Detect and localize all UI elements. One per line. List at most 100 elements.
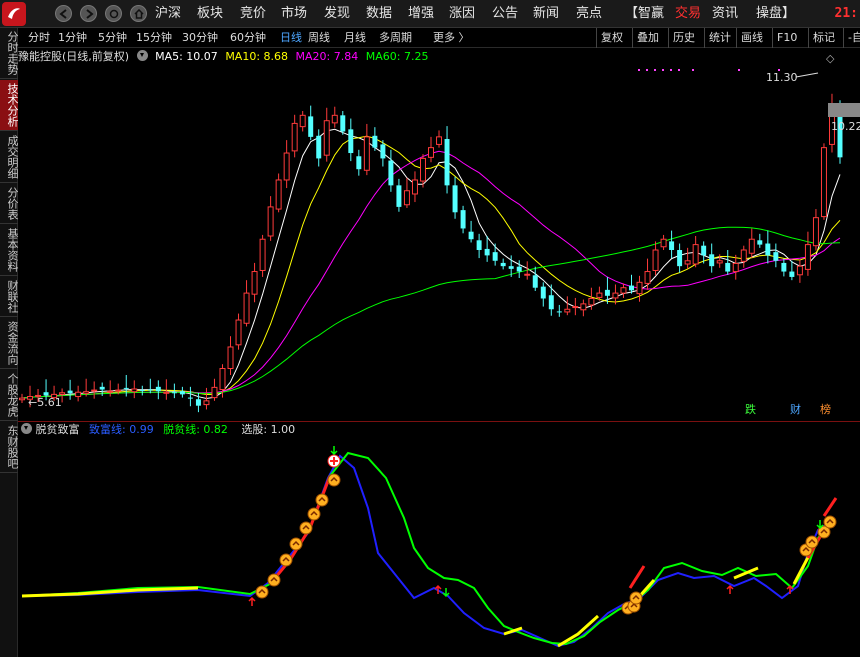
candle[interactable] — [500, 258, 506, 270]
indicator-chart[interactable] — [18, 438, 860, 657]
candle[interactable] — [684, 247, 691, 269]
candle[interactable] — [388, 149, 394, 192]
candle[interactable] — [316, 129, 322, 167]
candle[interactable] — [259, 234, 266, 277]
candle[interactable] — [323, 107, 330, 162]
candle[interactable] — [235, 313, 242, 350]
candle[interactable] — [564, 296, 571, 316]
left-tab-6[interactable]: 资金流向 — [0, 318, 19, 369]
period-10[interactable]: 更多 〉 — [433, 28, 470, 48]
candle[interactable] — [363, 123, 370, 176]
left-tab-4[interactable]: 基本资料 — [0, 225, 19, 276]
candle[interactable] — [211, 378, 218, 401]
tool-2[interactable]: 历史 — [668, 28, 695, 48]
menu-item-4[interactable]: 发现 — [324, 0, 350, 28]
candle[interactable] — [460, 205, 466, 234]
candle[interactable] — [804, 231, 811, 276]
candle[interactable] — [580, 299, 587, 317]
candle[interactable] — [163, 379, 170, 400]
candle[interactable] — [773, 243, 779, 268]
candle[interactable] — [781, 258, 787, 277]
candle[interactable] — [155, 380, 161, 400]
candle[interactable] — [187, 386, 193, 407]
candle[interactable] — [516, 260, 522, 279]
candle[interactable] — [652, 241, 659, 276]
tool-3[interactable]: 统计 — [704, 28, 731, 48]
candle[interactable] — [636, 275, 643, 302]
tool-7[interactable]: -自 — [843, 28, 860, 48]
candlestick-chart[interactable] — [18, 65, 860, 421]
forward-icon[interactable] — [80, 5, 97, 22]
candle[interactable] — [403, 177, 410, 208]
candle[interactable] — [748, 228, 755, 259]
candle[interactable] — [331, 106, 338, 128]
candle[interactable] — [411, 171, 418, 203]
period-3[interactable]: 15分钟 — [136, 28, 172, 48]
menu-item-1[interactable]: 板块 — [197, 0, 223, 28]
candle[interactable] — [139, 385, 145, 396]
indicator-name[interactable]: 脱贫致富 — [36, 423, 80, 436]
badge-cai[interactable]: 财 — [790, 403, 801, 417]
candle[interactable] — [789, 260, 795, 281]
candle[interactable] — [660, 234, 667, 250]
candle[interactable] — [251, 262, 258, 303]
badge-bang[interactable]: 榜 — [820, 403, 831, 417]
candle[interactable] — [796, 259, 803, 283]
candle[interactable] — [476, 233, 482, 259]
candle[interactable] — [299, 111, 306, 132]
candle[interactable] — [725, 250, 731, 275]
candle[interactable] — [372, 127, 378, 151]
candle[interactable] — [75, 385, 82, 402]
candle[interactable] — [283, 140, 290, 189]
candle[interactable] — [620, 283, 627, 298]
candle[interactable] — [308, 105, 314, 141]
menu-item-7[interactable]: 涨因 — [449, 0, 475, 28]
candle[interactable] — [428, 136, 434, 163]
candle[interactable] — [107, 380, 114, 397]
tool-4[interactable]: 画线 — [736, 28, 763, 48]
menu-item-8[interactable]: 公告 — [492, 0, 518, 28]
left-tab-0[interactable]: 分时走势 — [0, 28, 19, 79]
menu-item-2[interactable]: 竞价 — [240, 0, 266, 28]
home-icon[interactable] — [130, 5, 147, 22]
candle[interactable] — [532, 266, 538, 291]
candle[interactable] — [19, 393, 25, 403]
candle[interactable] — [340, 111, 346, 135]
stock-title[interactable]: 豫能控股(日线,前复权) — [18, 50, 129, 63]
candle[interactable] — [91, 381, 98, 399]
candle[interactable] — [436, 130, 443, 148]
candle[interactable] — [243, 280, 250, 327]
menu-news[interactable]: 资讯 — [712, 0, 738, 28]
period-5[interactable]: 60分钟 — [230, 28, 266, 48]
period-6[interactable]: 日线 — [280, 28, 302, 48]
left-tab-1[interactable]: 技术分析 — [0, 80, 19, 131]
refresh-icon[interactable] — [105, 5, 122, 22]
period-4[interactable]: 30分钟 — [182, 28, 218, 48]
candle[interactable] — [677, 243, 683, 273]
app-logo-icon[interactable] — [2, 2, 26, 26]
candle[interactable] — [131, 380, 138, 399]
diamond-icon[interactable]: ◇ — [826, 52, 834, 65]
left-tab-3[interactable]: 分价表 — [0, 184, 19, 224]
candle[interactable] — [356, 149, 362, 176]
candle[interactable] — [572, 297, 579, 316]
candle[interactable] — [348, 118, 354, 162]
candle[interactable] — [452, 176, 458, 219]
candle[interactable] — [267, 196, 274, 241]
left-tab-5[interactable]: 财联社 — [0, 277, 19, 317]
candle[interactable] — [765, 230, 771, 264]
menu-zhiying[interactable]: 【智赢 — [625, 0, 664, 28]
menu-item-0[interactable]: 沪深 — [155, 0, 181, 28]
candle[interactable] — [812, 209, 819, 251]
menu-item-6[interactable]: 增强 — [408, 0, 434, 28]
chevron-down-icon[interactable] — [136, 50, 148, 61]
candle[interactable] — [291, 114, 298, 158]
candle[interactable] — [732, 254, 739, 280]
candle[interactable] — [396, 178, 402, 212]
candle[interactable] — [740, 245, 747, 268]
menu-item-9[interactable]: 新闻 — [533, 0, 559, 28]
candle[interactable] — [468, 220, 474, 243]
candle[interactable] — [629, 274, 634, 294]
chevron-down-icon[interactable] — [21, 423, 32, 434]
candle[interactable] — [444, 126, 450, 194]
